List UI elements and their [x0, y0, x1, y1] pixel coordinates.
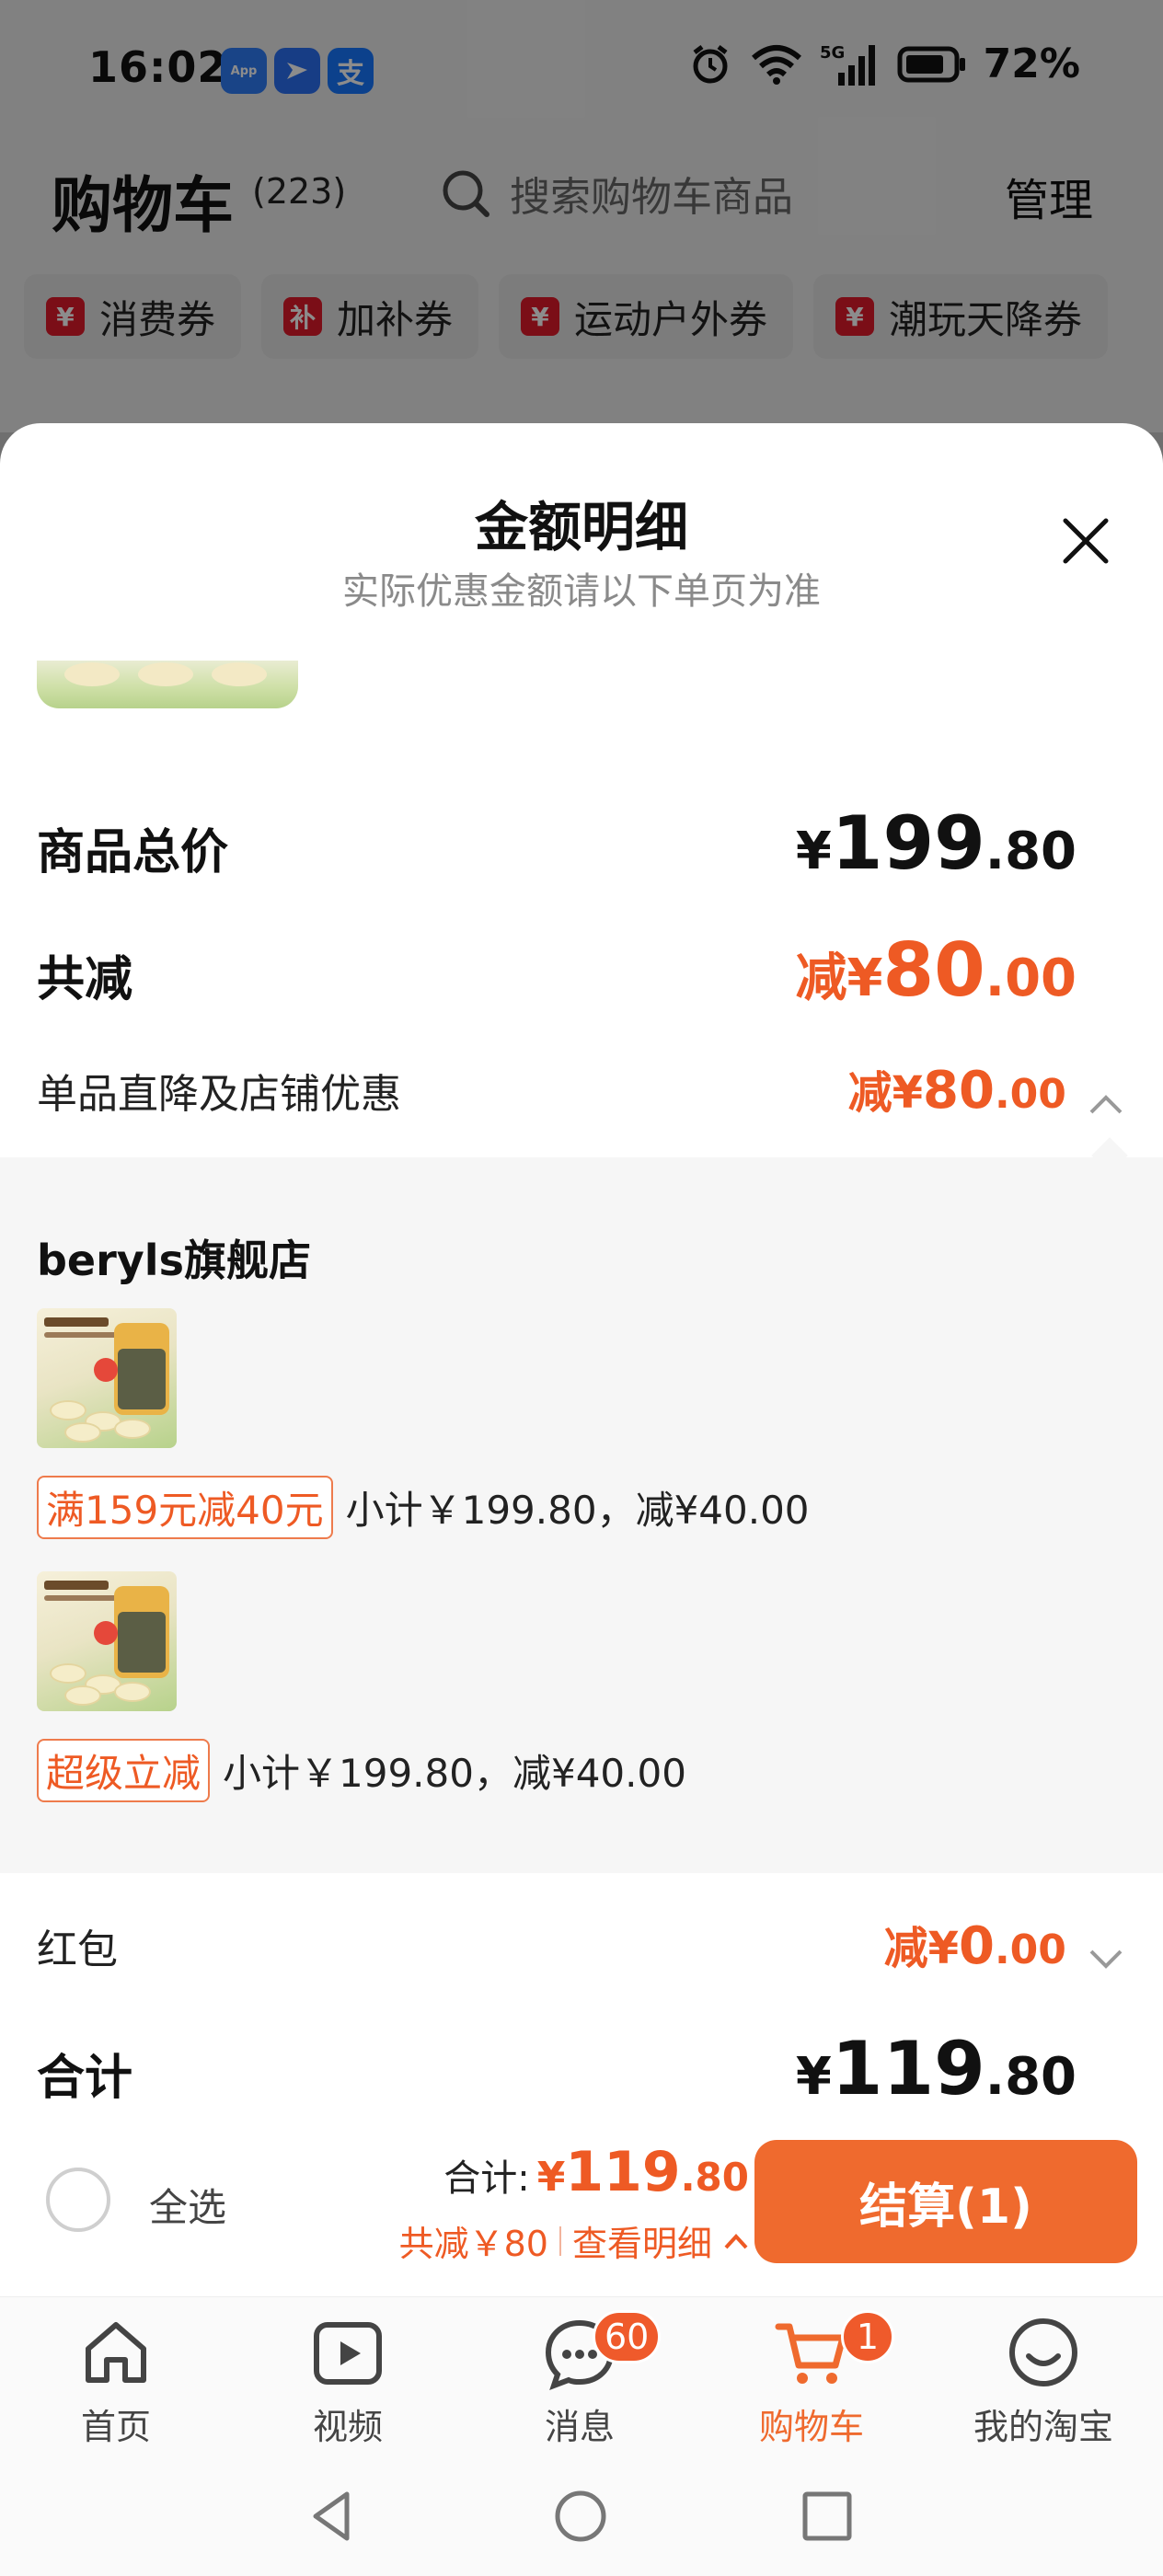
sheet-subtitle: 实际优惠金额请以下单页为准: [342, 570, 821, 613]
currency-symbol: ¥: [795, 822, 832, 881]
select-all-label[interactable]: 全选: [149, 2177, 226, 2233]
home-nav-button[interactable]: [548, 2484, 613, 2548]
cart-badge: 1: [841, 2310, 894, 2363]
price-decimal: .80: [985, 2047, 1077, 2107]
chevron-down-icon: [1089, 1949, 1123, 1969]
back-icon: [313, 2491, 350, 2541]
checkout-total-label: 合计:: [443, 2157, 530, 2200]
amount-detail-sheet: 金额明细 实际优惠金额请以下单页为准 商品总价 ¥199.80 共减 减¥80.…: [0, 423, 1163, 2576]
total-discount-label: 共减: [37, 952, 133, 1007]
price-decimal: .80: [985, 822, 1077, 881]
price-decimal: .00: [985, 949, 1077, 1008]
red-packet-label: 红包: [37, 1926, 118, 1973]
divider: [558, 2225, 561, 2256]
checkout-button[interactable]: 结算(1): [754, 2140, 1137, 2263]
total-discount-value: 减¥80.00: [796, 927, 1077, 1013]
checkout-bar: 全选 合计: ¥119.80 共减￥80 查看明细 结算(1): [0, 2131, 1163, 2278]
promo-line: 超级立减 小计￥199.80，减¥40.00: [37, 1739, 686, 1802]
price-integer: 80: [882, 927, 985, 1013]
item-discount-label: 单品直降及店铺优惠: [37, 1071, 401, 1118]
discount-prefix: 减: [795, 949, 847, 1008]
sheet-title: 金额明细: [474, 496, 688, 558]
price-decimal: .00: [994, 1071, 1066, 1118]
back-button[interactable]: [300, 2484, 364, 2548]
cart-icon: [775, 2323, 846, 2384]
tab-cart[interactable]: 购物车 1: [720, 2310, 904, 2449]
promo-subtotal: 小计￥199.80，减¥40.00: [345, 1488, 810, 1533]
price-decimal: .00: [994, 1926, 1066, 1973]
product-thumbnail: [37, 1308, 177, 1448]
promo-line: 满159元减40元 小计￥199.80，减¥40.00: [37, 1476, 810, 1539]
checkout-saved[interactable]: 共减￥80 查看明细: [399, 2215, 749, 2266]
profile-icon: [1009, 2318, 1077, 2386]
price-integer: 199: [831, 800, 985, 886]
view-detail-link[interactable]: 查看明细: [572, 2215, 712, 2266]
checkout-total-value: ¥119.80: [537, 2140, 749, 2204]
item-discount-row[interactable]: 单品直降及店铺优惠 减¥80.00: [37, 1056, 1124, 1121]
price-integer: 80: [923, 1061, 995, 1121]
chevron-up-icon: [724, 2233, 748, 2248]
product-thumbnail: [37, 1571, 177, 1711]
price-integer: 119: [565, 2140, 681, 2204]
close-button[interactable]: [1051, 506, 1121, 576]
tab-messages[interactable]: 消息 60: [488, 2310, 672, 2449]
video-icon: [314, 2322, 382, 2385]
promo-subtotal: 小计￥199.80，减¥40.00: [223, 1751, 686, 1796]
dim-overlay[interactable]: [0, 0, 1163, 432]
price-integer: 0: [958, 1916, 995, 1976]
sum-label: 合计: [37, 2051, 133, 2106]
sum-row: 合计 ¥119.80: [37, 2026, 1077, 2111]
home-icon: [86, 2322, 146, 2383]
bottom-tab-bar: 首页 视频 消息 60 购物车 1 我的淘宝: [0, 2296, 1163, 2453]
sum-value: ¥119.80: [796, 2026, 1077, 2111]
tab-home[interactable]: 首页: [24, 2314, 208, 2449]
checkout-total: 合计: ¥119.80: [443, 2140, 749, 2204]
tab-video[interactable]: 视频: [256, 2314, 440, 2449]
item-discount-value: 减¥80.00: [848, 1056, 1124, 1121]
unread-badge: 60: [593, 2310, 662, 2363]
tab-label: 首页: [80, 2407, 151, 2447]
tab-label: 购物车: [758, 2407, 864, 2447]
currency-symbol: ¥: [846, 949, 883, 1008]
close-icon: [1063, 518, 1109, 564]
recents-button[interactable]: [795, 2484, 859, 2548]
currency-symbol: ¥: [892, 1067, 924, 1119]
tab-label: 视频: [312, 2407, 383, 2447]
circle-home-icon: [555, 2490, 606, 2542]
currency-symbol: ¥: [795, 2047, 832, 2107]
tab-my-taobao[interactable]: 我的淘宝: [951, 2314, 1135, 2449]
store-discount-detail: beryls旗舰店 满159元减40元 小计￥199.80，减¥40.00 超级…: [0, 1157, 1163, 1873]
chevron-up-icon: [1089, 1094, 1123, 1113]
shop-name: beryls旗舰店: [37, 1236, 311, 1285]
tab-label: 我的淘宝: [973, 2407, 1113, 2447]
red-packet-row[interactable]: 红包 减¥0.00: [37, 1912, 1124, 1976]
square-recents-icon: [802, 2491, 852, 2541]
discount-prefix: 减: [883, 1923, 928, 1974]
goods-total-value: ¥199.80: [796, 800, 1077, 886]
discount-prefix: 减: [847, 1067, 892, 1119]
tab-label: 消息: [544, 2407, 615, 2447]
currency-symbol: ¥: [927, 1923, 959, 1974]
total-discount-row: 共减 减¥80.00: [37, 927, 1077, 1013]
promo-tag: 超级立减: [37, 1739, 211, 1802]
product-image-peek: [37, 661, 298, 708]
currency-symbol: ¥: [536, 2154, 566, 2201]
price-integer: 119: [831, 2026, 985, 2111]
goods-total-row: 商品总价 ¥199.80: [37, 800, 1077, 886]
red-packet-value: 减¥0.00: [884, 1912, 1124, 1976]
select-all-checkbox[interactable]: [46, 2168, 110, 2232]
price-decimal: .80: [680, 2155, 749, 2200]
system-navigation-bar: [0, 2453, 1163, 2576]
promo-tag: 满159元减40元: [37, 1476, 333, 1539]
goods-total-label: 商品总价: [37, 825, 229, 880]
saved-amount: 共减￥80: [398, 2224, 548, 2264]
